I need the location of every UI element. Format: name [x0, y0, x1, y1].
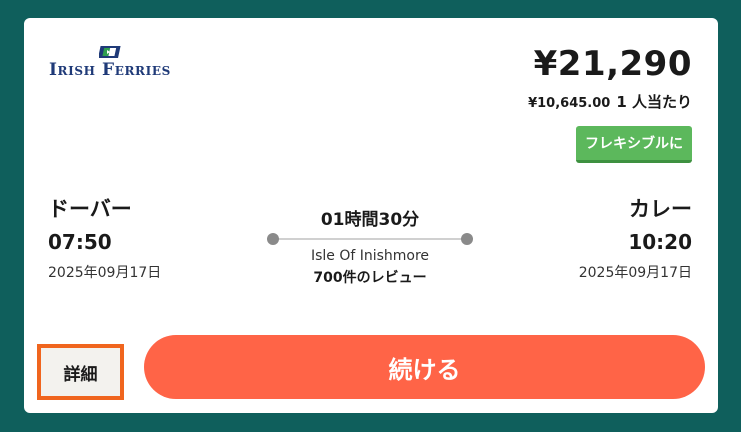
arrival-date: 2025年09月17日: [578, 265, 692, 281]
trip-duration: 01時間30分: [320, 210, 420, 230]
irish-ferries-flag-icon: [99, 46, 121, 58]
details-button[interactable]: 詳細: [37, 344, 124, 400]
per-person-price: ¥10,645.00 1 人当たり: [528, 91, 692, 112]
departure-date: 2025年09月17日: [48, 265, 162, 281]
route-line: [272, 238, 468, 240]
arrival-time: 10:20: [628, 230, 692, 254]
sailing-result-card: Irish Ferries ¥21,290 ¥10,645.00 1 人当たり フ…: [24, 18, 718, 413]
departure-port: ドーバー: [48, 197, 132, 221]
operator-name: Irish Ferries: [49, 60, 171, 80]
per-person-label: 1 人当たり: [616, 93, 692, 111]
total-price: ¥21,290: [533, 44, 692, 84]
route-end-dot: [461, 233, 473, 245]
reviews-link[interactable]: 700件のレビュー: [272, 267, 468, 287]
flexible-fare-badge: フレキシブルに: [576, 126, 692, 163]
route-start-dot: [267, 233, 279, 245]
departure-time: 07:50: [48, 230, 112, 254]
operator-logo: Irish Ferries: [49, 44, 189, 84]
continue-button[interactable]: 続ける: [144, 335, 705, 399]
ship-name: Isle Of Inishmore: [310, 248, 430, 264]
per-person-amount: ¥10,645.00: [528, 96, 611, 111]
arrival-port: カレー: [629, 197, 692, 221]
